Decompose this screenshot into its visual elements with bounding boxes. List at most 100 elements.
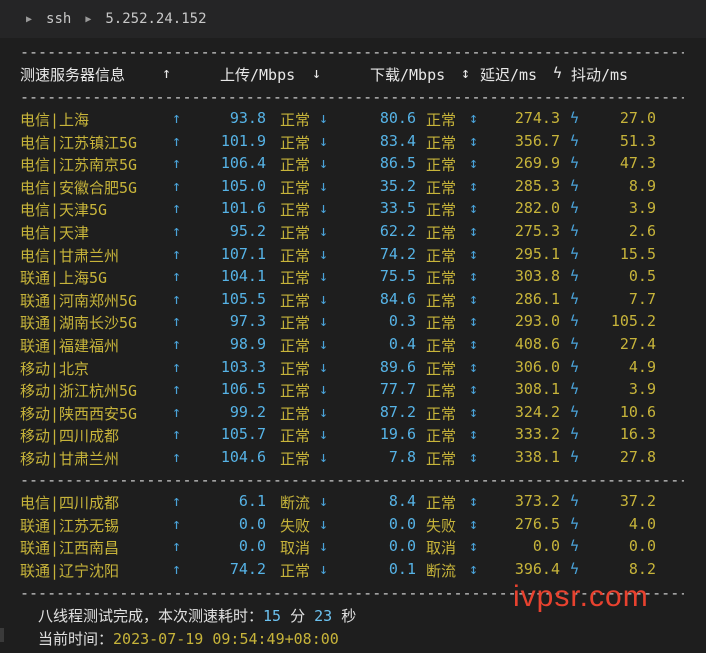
- jitter-value: 7.7: [628, 289, 656, 308]
- upload-status: 失败: [280, 516, 311, 535]
- server-name: 电信|天津5G: [20, 201, 108, 220]
- download-status: 正常: [426, 269, 457, 288]
- table-row: 电信|江苏镇江5G ↑ 101.9 正常 ↓ 83.4 正常 ↕ 356.7 ϟ 51.3: [0, 132, 706, 154]
- download-status: 正常: [426, 178, 457, 197]
- download-value: 77.7: [379, 380, 416, 399]
- table-row: 移动|四川成都 ↑ 105.7 正常 ↓ 19.6 正常 ↕ 333.2 ϟ 16.3: [0, 425, 706, 447]
- bolt-icon: ϟ: [570, 537, 580, 556]
- jitter-value: 4.9: [628, 357, 656, 376]
- download-value: 80.6: [379, 109, 416, 127]
- jitter-value: 8.2: [628, 559, 656, 578]
- down-arrow-icon: ↓: [319, 537, 329, 556]
- upload-value: 106.4: [220, 154, 266, 173]
- terminal-tab-bar: ▶ ssh ▶ 5.252.24.152: [0, 0, 706, 38]
- server-name: 移动|甘肃兰州: [20, 450, 120, 468]
- upload-value: 104.6: [220, 448, 266, 466]
- bolt-icon: ϟ: [570, 244, 580, 263]
- upload-status: 正常: [280, 291, 311, 310]
- down-arrow-icon: ↓: [319, 109, 329, 127]
- up-down-icon: ↕: [469, 559, 479, 578]
- chevron-right-icon: ▶: [26, 13, 33, 25]
- latency-value: 282.0: [514, 199, 560, 218]
- up-down-icon: ↕: [469, 267, 479, 286]
- download-value: 0.4: [388, 335, 416, 353]
- table-row: 联通|江西南昌 ↑ 0.0 取消 ↓ 0.0 取消 ↕ 0.0 ϟ 0.0: [0, 537, 706, 559]
- upload-value: 95.2: [229, 222, 266, 240]
- up-down-icon: ↕: [461, 64, 471, 82]
- down-arrow-icon: ↓: [319, 176, 329, 195]
- latency-value: 286.1: [514, 289, 560, 308]
- upload-status: 正常: [280, 246, 311, 265]
- up-down-icon: ↕: [469, 244, 479, 263]
- upload-status: 正常: [280, 224, 311, 242]
- latency-value: 274.3: [514, 109, 560, 127]
- bolt-icon: ϟ: [570, 312, 580, 331]
- down-arrow-icon: ↓: [319, 289, 329, 308]
- table-row: 移动|北京 ↑ 103.3 正常 ↓ 89.6 正常 ↕ 306.0 ϟ 4.9: [0, 358, 706, 380]
- server-name: 电信|安徽合肥5G: [20, 178, 138, 197]
- download-value: 8.4: [388, 492, 416, 510]
- server-name: 移动|北京: [20, 359, 90, 378]
- up-down-icon: ↕: [469, 335, 479, 353]
- up-arrow-icon: ↑: [172, 492, 182, 510]
- download-status: 正常: [426, 427, 457, 446]
- bolt-icon: ϟ: [570, 289, 580, 308]
- jitter-value: 8.9: [628, 176, 656, 195]
- download-value: 86.5: [379, 154, 416, 173]
- up-arrow-icon: ↑: [172, 289, 182, 308]
- up-down-icon: ↕: [469, 154, 479, 173]
- down-arrow-icon: ↓: [319, 267, 329, 286]
- down-arrow-icon: ↓: [319, 492, 329, 510]
- latency-value: 356.7: [514, 131, 560, 150]
- bolt-icon: ϟ: [570, 425, 580, 444]
- download-status: 正常: [426, 246, 457, 265]
- table-row: 移动|浙江杭州5G ↑ 106.5 正常 ↓ 77.7 正常 ↕ 308.1 ϟ 3.9: [0, 380, 706, 402]
- download-status: 正常: [426, 291, 457, 310]
- latency-value: 373.2: [514, 492, 560, 510]
- jitter-value: 16.3: [619, 425, 656, 444]
- table-row: 联通|河南郑州5G ↑ 105.5 正常 ↓ 84.6 正常 ↕ 286.1 ϟ 7.7: [0, 290, 706, 312]
- latency-value: 275.3: [514, 222, 560, 240]
- bolt-icon: ϟ: [570, 222, 580, 240]
- down-arrow-icon: ↓: [319, 559, 329, 578]
- download-status: 断流: [426, 561, 457, 580]
- download-status: 取消: [426, 539, 457, 558]
- down-arrow-icon: ↓: [319, 199, 329, 218]
- bolt-icon: ϟ: [570, 131, 580, 150]
- watermark-logo: ivpsr.com: [513, 580, 649, 613]
- breadcrumb-host[interactable]: 5.252.24.152: [105, 11, 206, 27]
- latency-value: 295.1: [514, 244, 560, 263]
- server-name: 电信|上海: [20, 111, 90, 129]
- up-down-icon: ↕: [469, 402, 479, 421]
- up-arrow-icon: ↑: [172, 514, 182, 533]
- up-arrow-icon: ↑: [172, 559, 182, 578]
- server-name: 联通|湖南长沙5G: [20, 314, 138, 333]
- table-row: 电信|天津5G ↑ 101.6 正常 ↓ 33.5 正常 ↕ 282.0 ϟ 3.9: [0, 199, 706, 221]
- breadcrumb-ssh[interactable]: ssh: [46, 11, 71, 27]
- download-status: 正常: [426, 224, 457, 242]
- up-arrow-icon: ↑: [172, 312, 182, 331]
- latency-value: 276.5: [514, 514, 560, 533]
- down-arrow-icon: ↓: [319, 380, 329, 399]
- download-value: 0.0: [388, 514, 416, 533]
- bolt-icon: ϟ: [553, 64, 563, 82]
- header-upload: 上传/Mbps: [220, 66, 296, 84]
- jitter-value: 0.0: [628, 537, 656, 556]
- sort-down-icon: ↓: [312, 64, 322, 82]
- up-down-icon: ↕: [469, 289, 479, 308]
- time-line: 当前时间：2023-07-19 09:54:49+08:00: [38, 628, 339, 649]
- bolt-icon: ϟ: [570, 492, 580, 510]
- upload-value: 6.1: [238, 492, 266, 510]
- down-arrow-icon: ↓: [319, 154, 329, 173]
- upload-status: 正常: [280, 427, 311, 446]
- header-info: 测速服务器信息: [20, 66, 126, 84]
- up-arrow-icon: ↑: [172, 199, 182, 218]
- download-value: 75.5: [379, 267, 416, 286]
- bolt-icon: ϟ: [570, 357, 580, 376]
- server-name: 联通|江西南昌: [20, 539, 120, 558]
- server-name: 联通|江苏无锡: [20, 516, 120, 535]
- up-arrow-icon: ↑: [172, 154, 182, 173]
- down-arrow-icon: ↓: [319, 514, 329, 533]
- upload-value: 0.0: [238, 514, 266, 533]
- bolt-icon: ϟ: [570, 559, 580, 578]
